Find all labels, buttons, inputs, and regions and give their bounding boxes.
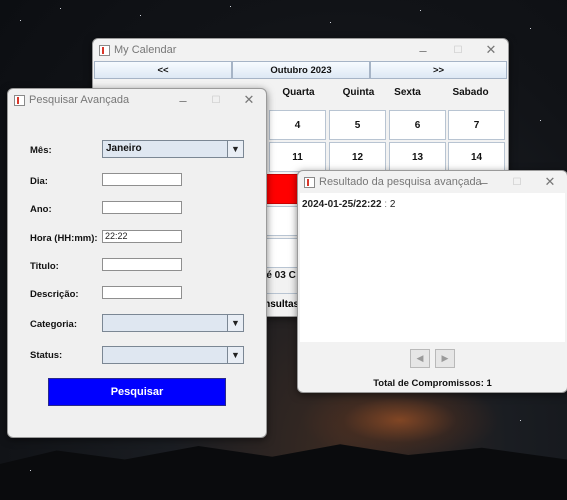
titulo-input[interactable] — [102, 258, 182, 271]
categoria-select[interactable]: ▼ — [102, 314, 244, 332]
day-header-sexta: Sexta — [394, 87, 421, 98]
total-compromissos-label: Total de Compromissos: 1 — [373, 378, 492, 389]
next-month-button[interactable]: >> — [370, 61, 507, 79]
status-select[interactable]: ▼ — [102, 346, 244, 364]
mes-select-value: Janeiro — [106, 143, 142, 154]
next-result-button[interactable]: ▶ — [435, 349, 455, 368]
close-icon[interactable]: ✕ — [476, 39, 506, 61]
wallpaper-star — [520, 420, 521, 421]
wallpaper-star — [30, 470, 31, 471]
close-icon[interactable]: ✕ — [535, 171, 565, 193]
wallpaper-star — [540, 120, 541, 121]
calendar-day-cell[interactable]: 13 — [389, 142, 446, 172]
status-label: Status: — [30, 350, 63, 361]
result-entry-key: 2024-01-25/22:22 — [302, 199, 382, 210]
search-title: Pesquisar Avançada — [29, 94, 130, 106]
result-entry-separator: : — [381, 199, 390, 210]
close-icon[interactable]: ✕ — [234, 89, 264, 111]
wallpaper-star — [230, 6, 231, 7]
calendar-title: My Calendar — [114, 44, 177, 56]
dia-label: Dia: — [30, 176, 48, 187]
calendar-day-cell[interactable]: 11 — [269, 142, 326, 172]
java-app-icon — [304, 176, 315, 188]
day-header-quarta: Quarta — [282, 87, 315, 98]
calendar-day-cell[interactable]: 4 — [269, 110, 326, 140]
wallpaper-star — [20, 20, 21, 21]
minimize-icon[interactable]: – — [408, 39, 438, 61]
minimize-icon[interactable]: – — [469, 171, 499, 193]
hora-input[interactable]: 22:22 — [102, 230, 182, 243]
month-navigation-bar: << Outubro 2023 >> — [94, 61, 507, 79]
mes-select[interactable]: Janeiro ▼ — [102, 140, 244, 158]
chevron-down-icon[interactable]: ▼ — [227, 141, 243, 157]
hora-label: Hora (HH:mm): — [30, 233, 98, 244]
calendar-day-cell-highlighted[interactable] — [266, 174, 300, 204]
calendar-day-cell[interactable] — [266, 238, 300, 268]
advanced-search-window: Pesquisar Avançada – ☐ ✕ Mês: Janeiro ▼ … — [7, 88, 267, 438]
maximize-icon: ☐ — [512, 176, 522, 188]
current-month-button[interactable]: Outubro 2023 — [232, 61, 370, 79]
play-left-icon: ◀ — [416, 353, 424, 363]
ano-label: Ano: — [30, 204, 52, 215]
result-entry-value: 2 — [389, 199, 396, 210]
chevron-down-icon[interactable]: ▼ — [227, 315, 243, 331]
wallpaper-star — [330, 22, 331, 23]
calendar-day-cell[interactable]: 7 — [448, 110, 505, 140]
wallpaper-star — [530, 28, 531, 29]
calendar-day-cell[interactable] — [266, 206, 300, 236]
search-titlebar[interactable]: Pesquisar Avançada – ☐ ✕ — [8, 89, 266, 111]
java-app-icon — [14, 94, 25, 106]
result-titlebar[interactable]: Resultado da pesquisa avançada – ☐ ✕ — [298, 171, 567, 193]
ano-input[interactable] — [102, 201, 182, 214]
descricao-input[interactable] — [102, 286, 182, 299]
search-result-window: Resultado da pesquisa avançada – ☐ ✕ 202… — [297, 170, 567, 393]
maximize-icon: ☐ — [453, 44, 463, 56]
previous-result-button[interactable]: ◀ — [410, 349, 430, 368]
calendar-titlebar[interactable]: My Calendar – ☐ ✕ — [93, 39, 508, 61]
result-entry[interactable]: 2024-01-25/22:22 : 2 — [302, 199, 395, 210]
result-title: Resultado da pesquisa avançada — [319, 176, 482, 188]
play-right-icon: ▶ — [441, 353, 449, 363]
wallpaper-star — [60, 8, 61, 9]
chevron-down-icon[interactable]: ▼ — [227, 347, 243, 363]
day-header-sabado: Sabado — [452, 87, 489, 98]
wallpaper-star — [420, 10, 421, 11]
categoria-label: Categoria: — [30, 319, 77, 330]
titulo-label: Titulo: — [30, 261, 59, 272]
pesquisar-button[interactable]: Pesquisar — [48, 378, 226, 406]
calendar-day-cell[interactable]: 6 — [389, 110, 446, 140]
maximize-icon: ☐ — [211, 94, 221, 106]
result-list[interactable]: 2024-01-25/22:22 : 2 — [300, 193, 565, 342]
wallpaper-star — [140, 15, 141, 16]
java-app-icon — [99, 44, 110, 56]
calendar-day-cell[interactable]: 14 — [448, 142, 505, 172]
calendar-day-cell[interactable]: 12 — [329, 142, 386, 172]
minimize-icon[interactable]: – — [168, 89, 198, 111]
calendar-day-cell[interactable]: 5 — [329, 110, 386, 140]
dia-input[interactable] — [102, 173, 182, 186]
previous-month-button[interactable]: << — [94, 61, 232, 79]
descricao-label: Descrição: — [30, 289, 79, 300]
mes-label: Mês: — [30, 145, 52, 156]
